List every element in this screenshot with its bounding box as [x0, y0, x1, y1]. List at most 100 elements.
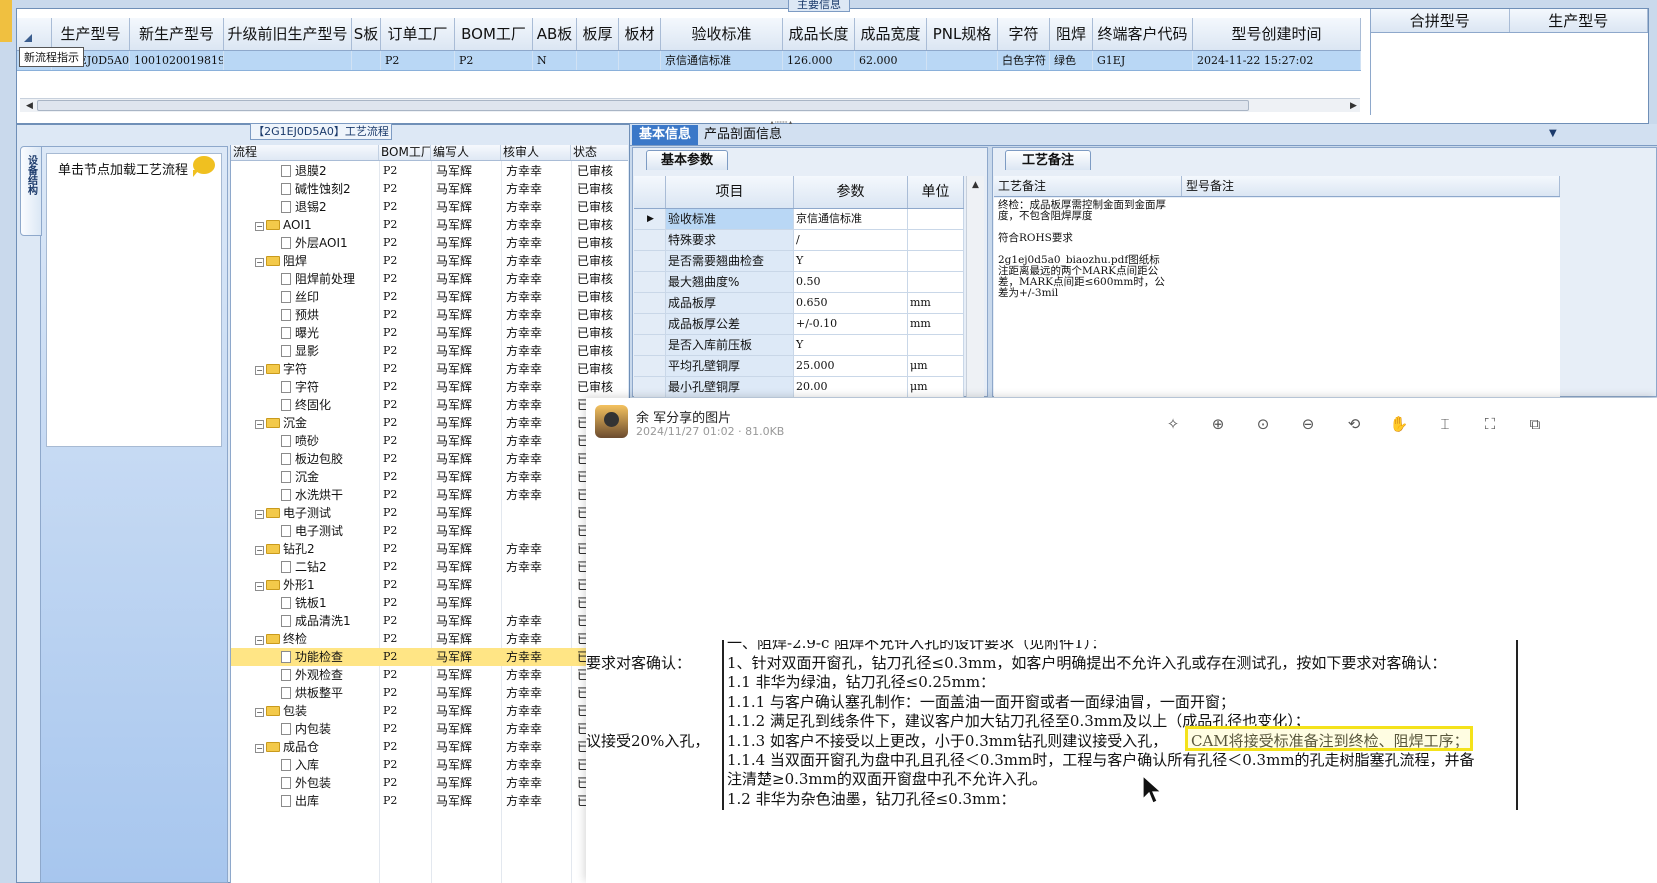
- row-indicator[interactable]: [634, 356, 666, 376]
- main-col-header[interactable]: 升级前旧生产型号: [224, 18, 352, 50]
- tab-dropdown-icon[interactable]: ▼: [1549, 128, 1557, 139]
- zoom-in-icon[interactable]: ⊕: [1207, 414, 1229, 434]
- collapse-toggle-icon[interactable]: −: [255, 366, 264, 375]
- main-cell[interactable]: N: [533, 51, 577, 70]
- main-cell[interactable]: P2: [455, 51, 533, 70]
- main-cell[interactable]: 10010200198199: [130, 51, 224, 70]
- param-value[interactable]: 0.50: [794, 272, 908, 292]
- main-cell[interactable]: [619, 51, 661, 70]
- tree-node[interactable]: − 终检: [255, 630, 307, 648]
- collapse-toggle-icon[interactable]: −: [255, 510, 264, 519]
- tree-node[interactable]: 退膜2: [281, 162, 327, 180]
- param-row[interactable]: 最小孔壁铜厚 20.00 μm: [634, 377, 964, 397]
- param-value[interactable]: 0.650: [794, 293, 908, 313]
- tree-group-row[interactable]: −成品仓P2马军辉方幸幸已审核: [231, 738, 628, 756]
- tree-group-row[interactable]: −外形1P2马军辉已审核: [231, 576, 628, 594]
- tree-node[interactable]: 阻焊前处理: [281, 270, 355, 288]
- tree-node-row[interactable]: 终固化P2马军辉方幸幸已审核: [231, 396, 628, 414]
- collapse-toggle-icon[interactable]: −: [255, 636, 264, 645]
- main-col-header[interactable]: AB板: [533, 18, 577, 50]
- main-col-header[interactable]: 成品长度: [783, 18, 855, 50]
- tree-group-row[interactable]: −包装P2马军辉方幸幸已审核: [231, 702, 628, 720]
- tree-node-row[interactable]: 字符 P2 马军辉 方幸幸 已审核: [231, 378, 628, 396]
- main-col-header[interactable]: 订单工厂: [381, 18, 455, 50]
- tree-node[interactable]: 碱性蚀刻2: [281, 180, 351, 198]
- param-row[interactable]: 是否需要翘曲检查 Y: [634, 251, 964, 272]
- col-status[interactable]: 状态: [571, 145, 628, 160]
- main-col-header[interactable]: BOM工厂: [455, 18, 533, 50]
- node-loader-box[interactable]: [46, 153, 222, 447]
- main-col-header[interactable]: PNL规格: [927, 18, 998, 50]
- tree-node[interactable]: 二钻2: [281, 558, 327, 576]
- col-author[interactable]: 编写人: [431, 145, 501, 160]
- main-info-row[interactable]: 2G1EJ0D5A0 10010200198199 P2 P2 N 京信通信标准 126.0…: [17, 51, 1361, 71]
- tree-node[interactable]: 出库: [281, 792, 319, 810]
- tree-node-row[interactable]: 碱性蚀刻2 P2 马军辉 方幸幸 已审核: [231, 180, 628, 198]
- row-indicator[interactable]: [634, 314, 666, 334]
- tree-node-row[interactable]: 外包装P2马军辉方幸幸已审核: [231, 774, 628, 792]
- main-cell[interactable]: [577, 51, 619, 70]
- process-note-text[interactable]: 终检：成品板厚需控制金面到金面厚度，不包含阻焊厚度 符合ROHS要求 2g1ej…: [998, 200, 1168, 310]
- tree-node[interactable]: − 包装: [255, 702, 307, 720]
- main-col-header[interactable]: 型号创建时间: [1193, 18, 1361, 50]
- tree-node-row[interactable]: 外层AOI1 P2 马军辉 方幸幸 已审核: [231, 234, 628, 252]
- tree-node[interactable]: 入库: [281, 756, 319, 774]
- param-value[interactable]: 25.000: [794, 356, 908, 376]
- tree-node-row[interactable]: 外观检查P2马军辉方幸幸已审核: [231, 666, 628, 684]
- col-unit[interactable]: 单位: [908, 176, 964, 208]
- tree-node[interactable]: 曝光: [281, 324, 319, 342]
- hand-icon[interactable]: ✋: [1388, 414, 1410, 434]
- collapse-toggle-icon[interactable]: −: [255, 258, 264, 267]
- main-cell[interactable]: 62.000: [855, 51, 927, 70]
- tree-node-row[interactable]: 退膜2 P2 马军辉 方幸幸 已审核: [231, 162, 628, 180]
- copy-icon[interactable]: ⧉: [1524, 414, 1546, 434]
- tree-node[interactable]: 字符: [281, 378, 319, 396]
- tree-node-row[interactable]: 喷砂P2马军辉方幸幸已审核: [231, 432, 628, 450]
- collapse-toggle-icon[interactable]: −: [255, 420, 264, 429]
- tree-group-row[interactable]: −终检P2马军辉方幸幸已审核: [231, 630, 628, 648]
- zoom-out-icon[interactable]: ⊖: [1297, 414, 1319, 434]
- param-value[interactable]: Y: [794, 251, 908, 271]
- tree-group-row[interactable]: −沉金P2马军辉方幸幸已审核: [231, 414, 628, 432]
- main-cell[interactable]: P2: [381, 51, 455, 70]
- tree-node[interactable]: − AOI1: [255, 216, 312, 234]
- tab-product-profile[interactable]: 产品剖面信息: [697, 125, 789, 145]
- main-cell[interactable]: 京信通信标准: [661, 51, 783, 70]
- main-cell[interactable]: [224, 51, 352, 70]
- col-item[interactable]: 项目: [666, 176, 794, 208]
- tree-node-row[interactable]: 铣板1P2马军辉已审核: [231, 594, 628, 612]
- collapse-toggle-icon[interactable]: −: [255, 222, 264, 231]
- tree-node[interactable]: − 钻孔2: [255, 540, 315, 558]
- tree-node-row[interactable]: 烘板整平P2马军辉方幸幸已审核: [231, 684, 628, 702]
- main-scroll-thumb[interactable]: [37, 100, 1249, 111]
- main-col-header[interactable]: 板厚: [577, 18, 619, 50]
- tree-node-row[interactable]: 二钻2P2马军辉方幸幸已审核: [231, 558, 628, 576]
- tree-node[interactable]: 功能检查: [281, 648, 343, 666]
- tree-node-row[interactable]: 内包装P2马军辉方幸幸已审核: [231, 720, 628, 738]
- tree-node[interactable]: 外包装: [281, 774, 331, 792]
- main-col-header[interactable]: 成品宽度: [855, 18, 927, 50]
- param-value[interactable]: 20.00: [794, 377, 908, 397]
- tree-node-row[interactable]: 显影 P2 马军辉 方幸幸 已审核: [231, 342, 628, 360]
- param-row[interactable]: 特殊要求 /: [634, 230, 964, 251]
- collapse-toggle-icon[interactable]: −: [255, 708, 264, 717]
- collapse-toggle-icon[interactable]: −: [255, 546, 264, 555]
- tree-node[interactable]: 沉金: [281, 468, 319, 486]
- param-row[interactable]: 成品板厚 0.650 mm: [634, 293, 964, 314]
- merge-model-header[interactable]: 合拼型号: [1371, 9, 1510, 32]
- tree-node[interactable]: − 电子测试: [255, 504, 331, 522]
- tree-node[interactable]: 喷砂: [281, 432, 319, 450]
- tree-node[interactable]: − 外形1: [255, 576, 315, 594]
- param-row[interactable]: 成品板厚公差 +/-0.10 mm: [634, 314, 964, 335]
- tree-node[interactable]: − 字符: [255, 360, 307, 378]
- param-row[interactable]: 最大翘曲度% 0.50: [634, 272, 964, 293]
- rotate-icon[interactable]: ⟲: [1343, 414, 1365, 434]
- col-reviewer[interactable]: 核审人: [501, 145, 571, 160]
- fit-icon[interactable]: ⊙: [1252, 414, 1274, 434]
- tree-node[interactable]: 烘板整平: [281, 684, 343, 702]
- main-col-header[interactable]: 终端客户代码: [1093, 18, 1193, 50]
- sender-avatar[interactable]: [595, 405, 628, 438]
- main-col-header[interactable]: 字符: [998, 18, 1050, 50]
- row-indicator[interactable]: [634, 335, 666, 355]
- tree-node-row[interactable]: 水洗烘干P2马军辉方幸幸已审核: [231, 486, 628, 504]
